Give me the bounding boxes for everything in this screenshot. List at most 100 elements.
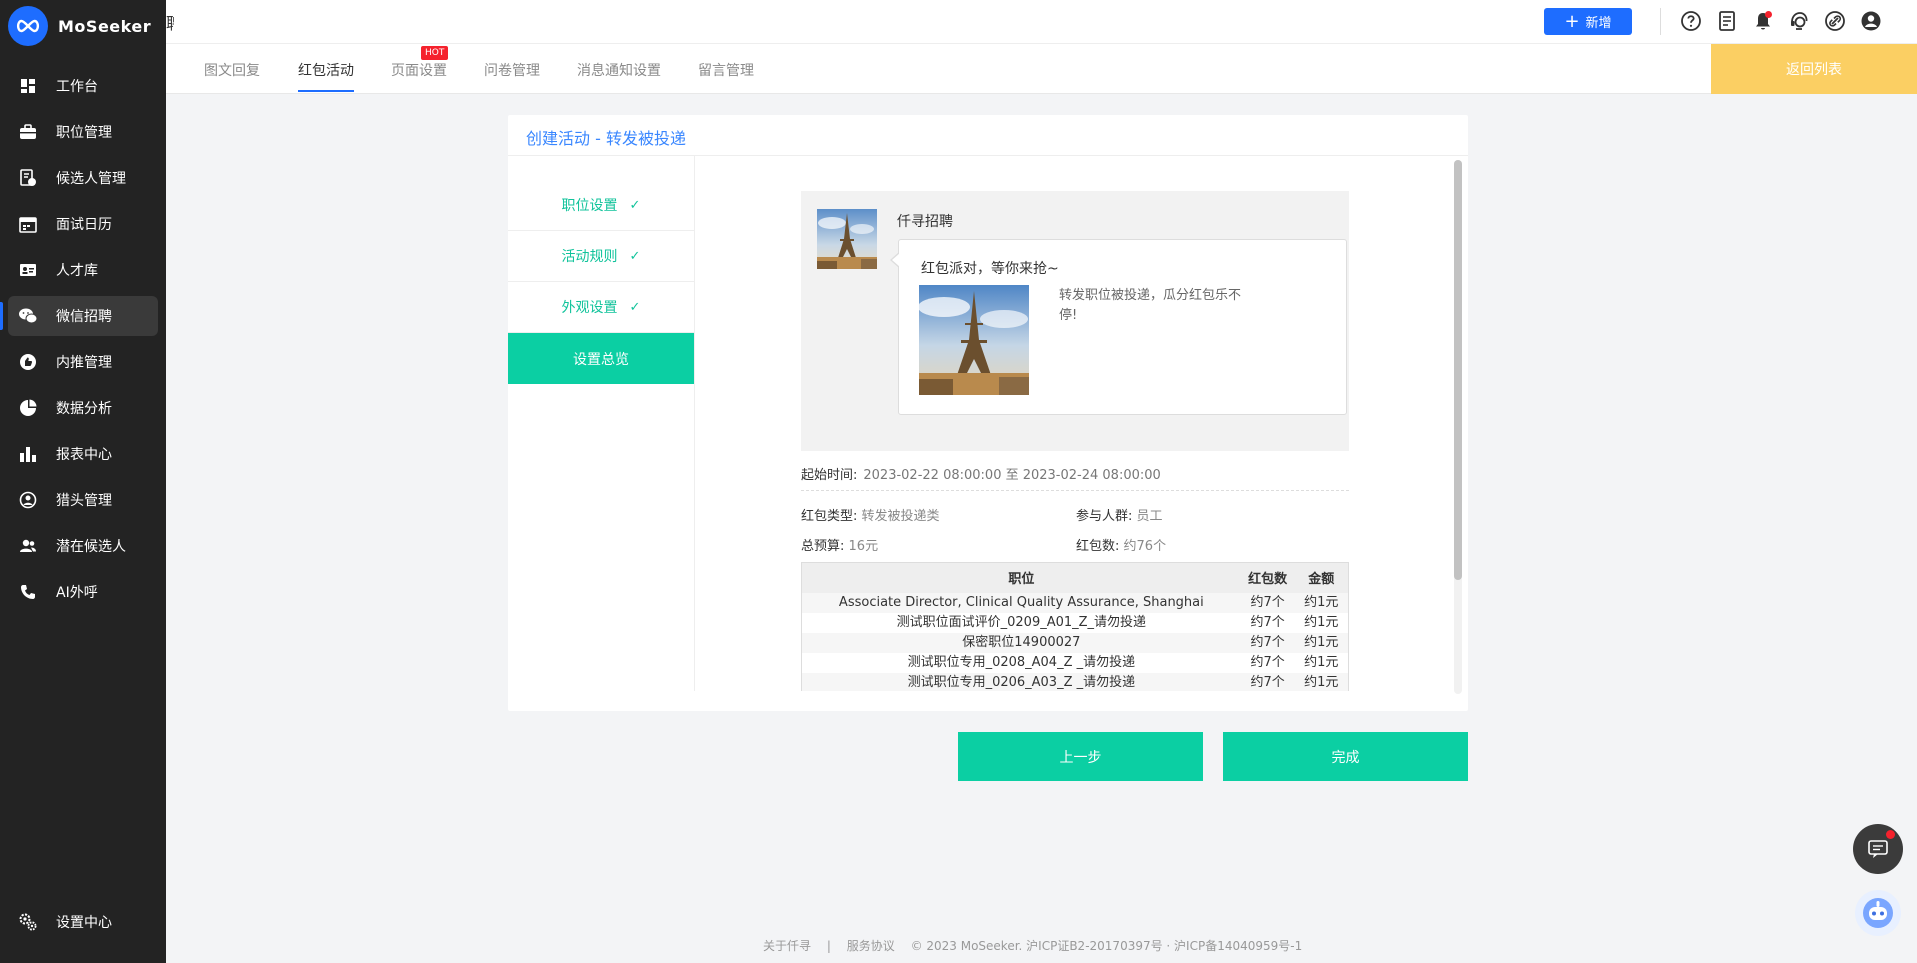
id-card-icon [18,260,38,280]
tab-notification-settings[interactable]: 消息通知设置 [577,60,661,80]
cell-amount: 约1元 [1294,632,1349,653]
cell-count: 约7个 [1240,672,1295,691]
calendar-icon [18,214,38,234]
table-row: 测试职位专用_0208_A04_Z _请勿投递 约7个 约1元 [801,652,1349,673]
table-row: Associate Director, Clinical Quality Ass… [801,592,1349,613]
bar-chart-icon [18,444,38,464]
new-button[interactable]: + 新增 [1544,8,1632,35]
tab-message-management[interactable]: 留言管理 [698,60,754,80]
scrollbar-thumb[interactable] [1454,160,1462,580]
bubble-title: 红包派对，等你来抢~ [921,261,1059,277]
hot-badge: HOT [421,46,449,60]
cell-position: 保密职位14900027 [801,632,1241,653]
help-icon[interactable] [1678,8,1704,34]
bubble-description: 转发职位被投递，瓜分红包乐不停! [1059,288,1242,323]
page-title-fragment: 聘 [166,10,174,34]
sidebar-item-referral[interactable]: 内推管理 [8,342,158,382]
previous-step-button[interactable]: 上一步 [958,732,1203,781]
sidebar-item-jobs[interactable]: 职位管理 [8,112,158,152]
settings-gears-icon [18,912,38,932]
cell-amount: 约1元 [1294,592,1349,613]
link-icon[interactable] [1822,8,1848,34]
cell-count: 约7个 [1240,592,1295,613]
cell-amount: 约1元 [1294,672,1349,691]
candidate-doc-icon [18,168,38,188]
footer: 关于仟寻 | 服务协议 © 2023 MoSeeker. 沪ICP证B2-201… [763,937,1314,954]
brand-logo[interactable]: MoSeeker [8,6,151,46]
tab-image-text-reply[interactable]: 图文回复 [204,60,260,80]
sidebar-item-settings[interactable]: 设置中心 [8,902,158,942]
sidebar-item-analytics[interactable]: 数据分析 [8,388,158,428]
steps-nav: 职位设置 ✓ 活动规则 ✓ 外观设置 ✓ 设置总览 [508,156,695,691]
chat-button[interactable] [1853,824,1903,874]
new-button-label: 新增 [1585,16,1612,31]
top-header: 聘 + 新增 [166,0,1917,44]
sidebar: MoSeeker 工作台 职位管理 候选人管理 面试日历 人才库 微信招聘 内推… [0,0,166,963]
sidebar-nav: 工作台 职位管理 候选人管理 面试日历 人才库 微信招聘 内推管理 数据分析 报… [0,60,166,618]
sidebar-item-label: 潜在候选人 [56,539,126,555]
dashboard-icon [18,76,38,96]
check-icon: ✓ [629,248,641,264]
packet-type-info: 红包类型: 转发被投递类 [801,505,940,524]
back-to-list-button[interactable]: 返回列表 [1711,44,1917,94]
phone-icon [18,582,38,602]
table-row: 测试职位专用_0206_A03_Z _请勿投递 约7个 约1元 [801,672,1349,691]
cell-amount: 约1元 [1294,652,1349,673]
sidebar-item-reports[interactable]: 报表中心 [8,434,158,474]
content-scrollbar[interactable] [1454,160,1462,694]
sidebar-item-potential-candidates[interactable]: 潜在候选人 [8,526,158,566]
sidebar-item-wechat-recruit[interactable]: 微信招聘 [0,296,158,336]
create-activity-card: 创建活动 - 转发被投递 职位设置 ✓ 活动规则 ✓ 外观设置 ✓ 设置总览 仟… [508,115,1468,711]
footer-about-link[interactable]: 关于仟寻 [763,939,811,953]
brand-name: MoSeeker [58,16,152,36]
bell-icon[interactable] [1750,8,1776,34]
sidebar-item-dashboard[interactable]: 工作台 [8,66,158,106]
sidebar-item-interview-calendar[interactable]: 面试日历 [8,204,158,244]
sidebar-item-headhunter[interactable]: 猎头管理 [8,480,158,520]
finish-button[interactable]: 完成 [1223,732,1468,781]
sidebar-item-label: 数据分析 [56,401,112,417]
table-header-row: 职位 红包数 金额 [801,562,1349,593]
sidebar-item-label: 微信招聘 [56,309,112,325]
table-row: 保密职位14900027 约7个 约1元 [801,632,1349,653]
positions-table: 职位 红包数 金额 Associate Director, Clinical Q… [801,562,1349,691]
support-icon[interactable] [1786,8,1812,34]
sidebar-item-candidates[interactable]: 候选人管理 [8,158,158,198]
sidebar-item-label: 报表中心 [56,447,112,463]
people-icon [18,536,38,556]
packet-count-info: 红包数: 约76个 [1076,535,1166,554]
packet-count-value: 约76个 [1123,539,1167,554]
participants-label: 参与人群: [1076,509,1133,524]
header-divider [1660,8,1661,35]
tab-red-packet-activity[interactable]: 红包活动 [298,60,354,92]
step-job-settings[interactable]: 职位设置 ✓ [508,180,694,231]
col-header-count: 红包数 [1240,562,1295,593]
tab-questionnaire[interactable]: 问卷管理 [484,60,540,80]
step-appearance-settings[interactable]: 外观设置 ✓ [508,282,694,333]
step-activity-rules[interactable]: 活动规则 ✓ [508,231,694,282]
sidebar-item-label: 内推管理 [56,355,112,371]
document-icon[interactable] [1714,8,1740,34]
check-icon: ✓ [629,197,641,213]
cell-position: 测试职位面试评价_0209_A01_Z_请勿投递 [801,612,1241,633]
dashed-divider [801,490,1349,491]
pie-chart-icon [18,398,38,418]
tab-page-settings[interactable]: 页面设置 [391,60,447,80]
check-icon: ✓ [629,299,641,315]
step-label: 外观设置 [561,300,618,316]
user-icon[interactable] [1858,8,1884,34]
robot-icon [1863,898,1893,928]
assistant-bot-button[interactable] [1855,890,1901,936]
sidebar-item-label: 人才库 [56,263,98,279]
budget-value: 16元 [848,539,879,554]
step-overview[interactable]: 设置总览 [508,333,694,384]
sidebar-item-talent-pool[interactable]: 人才库 [8,250,158,290]
sidebar-item-ai-call[interactable]: AI外呼 [8,572,158,612]
participants-value: 员工 [1136,509,1163,524]
step-label: 设置总览 [573,351,629,368]
footer-terms-link[interactable]: 服务协议 [847,939,895,953]
budget-info: 总预算: 16元 [801,535,878,554]
headhunter-icon [18,490,38,510]
sidebar-item-label: 猎头管理 [56,493,112,509]
overview-content: 仟寻招聘 红包派对，等你来抢~ 转发职位被投递，瓜分红包乐不停! 起始时间: 2… [696,156,1452,691]
